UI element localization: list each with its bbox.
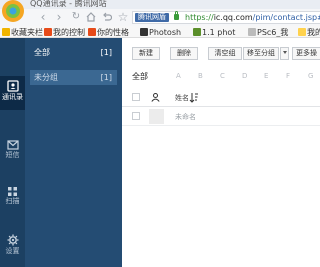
nav-item-scan[interactable]: 扫描 [0,183,25,217]
nav-label-scan: 扫描 [5,197,20,205]
bookmark-icon [140,28,148,36]
bookmark-item[interactable]: 我的控制 [44,28,85,37]
bookmark-label: 我的 [307,28,320,37]
bookmark-icon [44,28,52,36]
move-group-dropdown[interactable] [280,47,289,60]
avatar [149,109,164,124]
nav-item-contacts[interactable]: 通讯录 [0,76,25,110]
bookmark-label: Photosh [149,28,182,37]
group-panel: 全部 [1] 未分组 [1] [25,38,122,267]
url-field[interactable]: 腾讯网盾 https://ic.qq.com/pim/contact.jsp# [132,11,320,24]
bookmark-label: 我的控制 [53,28,85,37]
row-checkbox[interactable] [132,112,140,120]
alpha-letter[interactable]: A [176,71,181,82]
bookmark-label: 1.1 phot [202,28,236,37]
move-group-button[interactable]: 移至分组 [243,47,279,60]
alpha-letter[interactable]: F [286,71,290,82]
name-column-header[interactable]: 姓名 [175,93,189,103]
group-all-label: 全部 [34,48,50,57]
bookmark-icon [88,28,96,36]
star-icon[interactable]: ☆ [116,10,130,24]
bookmark-icon [298,28,306,36]
table-header: 姓名 [122,89,320,107]
alpha-letter[interactable]: B [198,71,203,82]
url-text: https://ic.qq.com/pim/contact.jsp# [185,13,320,22]
alpha-letter[interactable]: C [220,71,225,82]
bookmark-label: PSc6_我 [257,28,289,37]
reload-icon[interactable]: ↻ [69,10,83,24]
nav-label-contacts: 通讯录 [2,93,23,101]
bookmark-item[interactable]: 我的 [298,28,320,37]
new-button[interactable]: 新建 [132,47,160,60]
sort-icon[interactable] [189,92,199,103]
toolbar: 新建 删除 清空组 移至分组 更多操 [122,38,320,64]
tab-bar: QQ通讯录 - 腾讯网站 [0,0,320,9]
nav-item-settings[interactable]: 设置 [0,230,25,264]
bookmark-item[interactable]: 你的性格 [88,28,129,37]
nav-item-messages[interactable]: 短信 [0,136,25,170]
bookmark-label: 你的性格 [97,28,129,37]
alpha-letter[interactable]: D [242,71,247,82]
home-icon[interactable] [84,10,98,24]
person-icon [151,93,160,102]
group-ungrouped-count: [1] [100,73,112,82]
undo-icon[interactable] [100,10,114,24]
left-nav: 通讯录 短信 扫描 设置 [0,38,25,267]
alpha-filter: 全部 A B C D E F G [122,71,320,82]
nav-label-settings: 设置 [5,247,20,255]
forward-icon[interactable]: › [52,10,66,24]
message-icon [6,140,19,150]
nav-label-messages: 短信 [5,151,20,159]
bookmarks-bar: 收藏夹栏我的控制你的性格Photosh1.1 photPSc6_我我的 [0,26,320,38]
group-ungrouped[interactable]: 未分组 [1] [30,70,117,85]
group-all-count: [1] [100,48,112,57]
contact-main: 新建 删除 清空组 移至分组 更多操 全部 A B C D E F G 姓名 未命名 [122,38,320,267]
browser-logo-icon [0,0,30,30]
bookmark-item[interactable]: 1.1 phot [193,28,235,37]
clear-group-button[interactable]: 清空组 [208,47,242,60]
chevron-down-icon [283,51,287,54]
group-all[interactable]: 全部 [1] [30,45,117,60]
bookmark-item[interactable]: PSc6_我 [248,28,288,37]
secure-badge: 腾讯网盾 [135,13,169,22]
alpha-letter[interactable]: E [264,71,268,82]
delete-button[interactable]: 删除 [170,47,198,60]
alpha-letter[interactable]: G [308,71,313,82]
gear-icon [7,234,18,246]
browser-tab[interactable]: QQ通讯录 - 腾讯网站 [30,0,180,9]
group-ungrouped-label: 未分组 [34,73,58,82]
more-button[interactable]: 更多操 [292,47,320,60]
select-all-checkbox[interactable] [132,93,140,101]
contact-name: 未命名 [175,113,196,121]
bookmark-item[interactable]: Photosh [140,28,181,37]
bookmark-icon [193,28,201,36]
contacts-icon [6,80,19,92]
bookmark-icon [248,28,256,36]
address-bar: ‹ › ↻ ☆ 腾讯网盾 https://ic.qq.com/pim/conta… [0,9,320,26]
grid-icon [8,187,17,196]
alpha-filter-all[interactable]: 全部 [132,71,148,82]
lock-icon [174,11,179,20]
table-row[interactable]: 未命名 [122,108,320,126]
back-icon[interactable]: ‹ [36,10,50,24]
